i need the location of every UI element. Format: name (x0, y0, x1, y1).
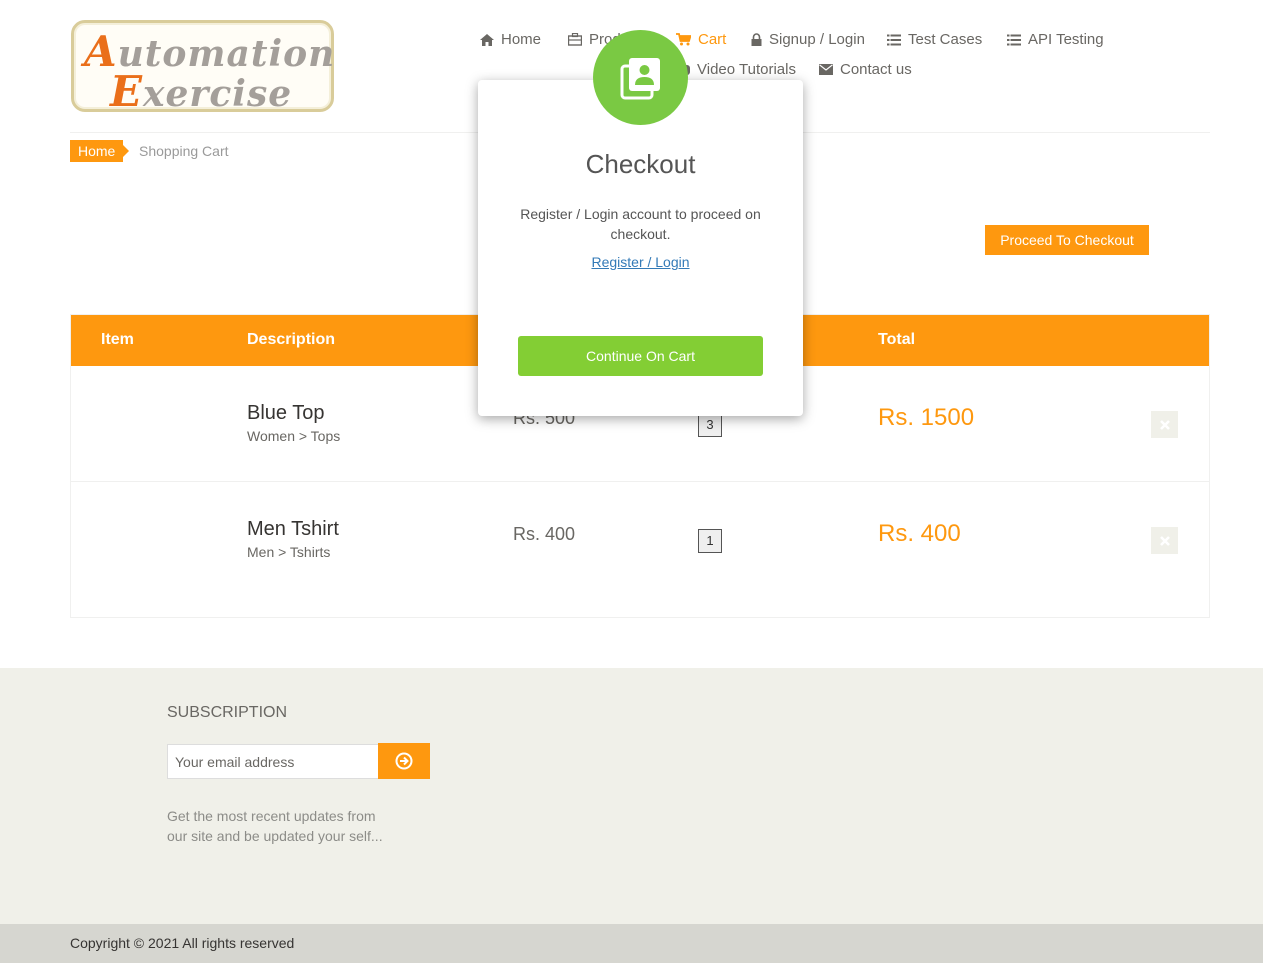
briefcase-icon (568, 33, 582, 46)
logo-line-2: Exercise (110, 67, 293, 116)
register-login-link[interactable]: Register / Login (478, 254, 803, 270)
nav-video-tutorials[interactable]: Video Tutorials (676, 61, 796, 78)
envelope-icon (819, 64, 833, 75)
proceed-to-checkout-button[interactable]: Proceed To Checkout (985, 225, 1149, 255)
product-quantity: 1 (698, 529, 722, 553)
home-icon (480, 33, 494, 46)
modal-message: Register / Login account to proceed on c… (520, 206, 761, 242)
arrow-circle-right-icon (395, 752, 413, 770)
product-price: Rs. 400 (513, 524, 576, 544)
column-header-item: Item (101, 331, 134, 348)
subscribe-button[interactable] (378, 743, 430, 779)
table-row: Men Tshirt Men > Tshirts Rs. 400 1 Rs. 4… (71, 482, 1209, 598)
delete-item-button[interactable] (1151, 411, 1178, 438)
nav-api-testing[interactable]: API Testing (1007, 31, 1104, 48)
shopping-cart-icon (676, 33, 691, 46)
nav-signup-login[interactable]: Signup / Login (751, 31, 865, 48)
product-total: Rs. 1500 (878, 404, 975, 431)
copyright-text: Copyright © 2021 All rights reserved (70, 935, 295, 951)
product-quantity: 3 (698, 413, 722, 437)
subscription-description: Get the most recent updates from our sit… (167, 808, 383, 844)
breadcrumb-home[interactable]: Home (70, 140, 130, 162)
product-total: Rs. 400 (878, 520, 961, 547)
column-header-description: Description (247, 331, 336, 348)
contacts-icon (593, 30, 688, 125)
column-header-total: Total (878, 331, 916, 348)
site-logo[interactable]: Automation Exercise (71, 20, 334, 116)
close-icon (1159, 419, 1170, 430)
nav-cart[interactable]: Cart (676, 31, 726, 48)
product-category: Women > Tops (247, 428, 341, 444)
product-name[interactable]: Men Tshirt (247, 518, 339, 541)
delete-item-button[interactable] (1151, 527, 1178, 554)
product-name[interactable]: Blue Top (247, 402, 324, 425)
continue-on-cart-button[interactable]: Continue On Cart (518, 336, 763, 376)
checkout-modal: Checkout Register / Login account to pro… (478, 80, 803, 416)
nav-home[interactable]: Home (480, 31, 541, 48)
list-icon (887, 34, 901, 45)
nav-test-cases[interactable]: Test Cases (887, 31, 982, 48)
breadcrumb-current: Shopping Cart (139, 143, 229, 159)
list-icon (1007, 34, 1021, 45)
modal-title: Checkout (585, 149, 696, 179)
nav-contact-us[interactable]: Contact us (819, 61, 912, 78)
footer-widget: SUBSCRIPTION Get the most recent updates… (0, 668, 1263, 924)
subscription-email-input[interactable] (167, 744, 379, 779)
close-icon (1159, 535, 1170, 546)
subscription-title: SUBSCRIPTION (167, 704, 288, 721)
footer-bottom: Copyright © 2021 All rights reserved (0, 924, 1263, 963)
product-category: Men > Tshirts (247, 544, 331, 560)
lock-icon (751, 33, 762, 46)
